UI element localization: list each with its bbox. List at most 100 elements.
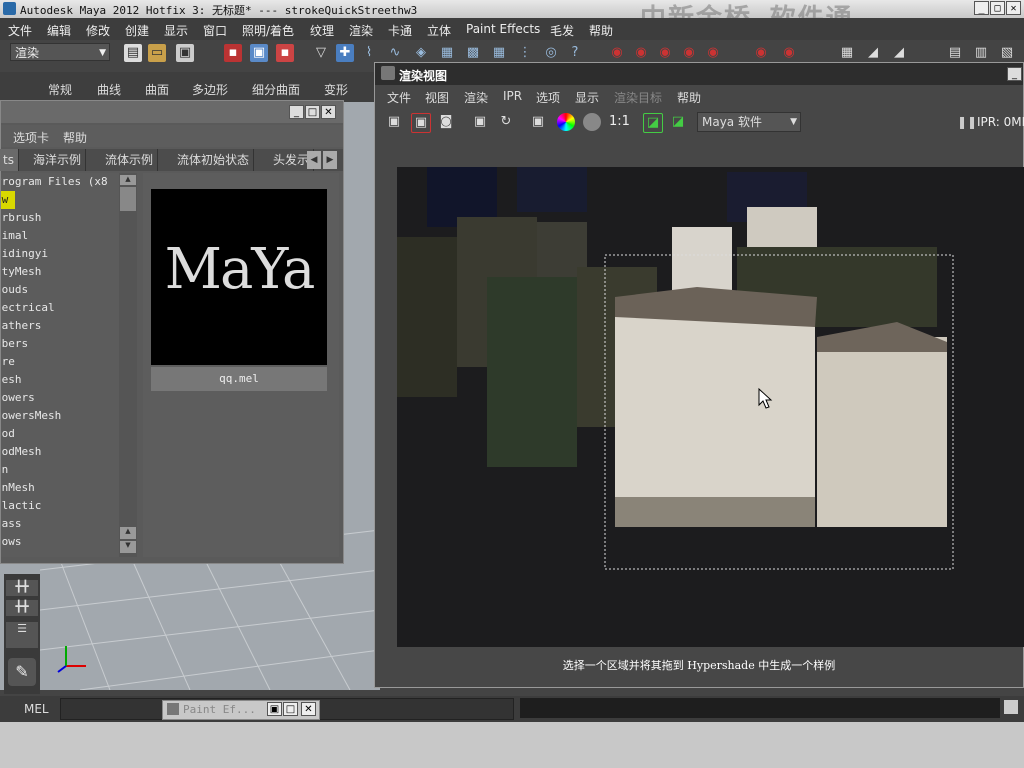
rv-menu-options[interactable]: 选项 bbox=[536, 89, 560, 106]
render-region-icon[interactable]: ▣ bbox=[411, 113, 431, 133]
help-question-icon[interactable]: ? bbox=[566, 44, 584, 62]
visor-tab-2[interactable]: 流体示例 bbox=[101, 149, 159, 171]
shelf-tab-surfaces[interactable]: 曲面 bbox=[145, 81, 169, 98]
close-button[interactable]: ✕ bbox=[1006, 1, 1021, 15]
list-item[interactable]: lowersMesh bbox=[1, 407, 119, 425]
tab-scroll-left-icon[interactable]: ◀ bbox=[307, 151, 321, 169]
directory-list[interactable]: Program Files (x8 hw irbrush nimal zidin… bbox=[1, 173, 119, 557]
render-view-window[interactable]: 渲染视图 _ 文件 视图 渲染 IPR 选项 显示 渲染目标 帮助 ▣ ▣ ◙ … bbox=[374, 62, 1024, 688]
scroll-up-icon[interactable]: ▲ bbox=[120, 527, 136, 539]
list-item[interactable]: ood bbox=[1, 425, 119, 443]
list-item[interactable]: lowers bbox=[1, 389, 119, 407]
list-item[interactable]: ityMesh bbox=[1, 263, 119, 281]
list-item[interactable]: oodMesh bbox=[1, 443, 119, 461]
list-item[interactable]: lesh bbox=[1, 371, 119, 389]
visor-close-button[interactable]: ✕ bbox=[321, 105, 336, 119]
shelf-tab-general[interactable]: 常规 bbox=[48, 81, 72, 98]
ratio-label[interactable]: 1:1 bbox=[609, 114, 630, 129]
input-icon[interactable]: ▦ bbox=[490, 44, 508, 62]
panel-toggle-icon[interactable]: ▧ bbox=[998, 44, 1016, 62]
close-button[interactable]: ✕ bbox=[301, 702, 316, 716]
ipr-render-icon[interactable]: ◉ bbox=[632, 44, 650, 62]
rv-menu-display[interactable]: 显示 bbox=[575, 89, 599, 106]
maximize-button[interactable]: □ bbox=[283, 702, 298, 716]
editor-icon[interactable]: ◉ bbox=[780, 44, 798, 62]
visor-panel[interactable]: _ □ ✕ 选项卡 帮助 ts 海洋示例 流体示例 流体初始状态 头发示 ◀ ▶… bbox=[0, 100, 344, 564]
history-icon[interactable]: ▩ bbox=[464, 44, 482, 62]
list-item[interactable]: lows bbox=[1, 533, 119, 551]
rendered-image[interactable] bbox=[397, 167, 1024, 647]
visor-tab-1[interactable]: 海洋示例 bbox=[29, 149, 87, 171]
visor-maximize-button[interactable]: □ bbox=[305, 105, 320, 119]
layer-editor-icon[interactable]: ▤ bbox=[946, 44, 964, 62]
ipr-icon[interactable]: ▣ bbox=[471, 113, 489, 131]
menu-edit[interactable]: 编辑 bbox=[47, 22, 71, 39]
menu-create[interactable]: 创建 bbox=[125, 22, 149, 39]
list-item[interactable]: ibers bbox=[1, 335, 119, 353]
select-object-icon[interactable]: ▣ bbox=[250, 44, 268, 62]
list-item[interactable]: alactic bbox=[1, 497, 119, 515]
maximize-button[interactable]: □ bbox=[990, 1, 1005, 15]
list-item[interactable]: louds bbox=[1, 281, 119, 299]
rv-menu-render[interactable]: 渲染 bbox=[464, 89, 488, 106]
tab-scroll-right-icon[interactable]: ▶ bbox=[323, 151, 337, 169]
render-view-titlebar[interactable]: 渲染视图 _ bbox=[375, 63, 1023, 85]
select-hierarchy-icon[interactable]: ▪ bbox=[224, 44, 242, 62]
scroll-down-icon[interactable]: ▼ bbox=[120, 541, 136, 553]
list-item[interactable]: unMesh bbox=[1, 479, 119, 497]
menu-display[interactable]: 显示 bbox=[164, 22, 188, 39]
menu-window[interactable]: 窗口 bbox=[203, 22, 227, 39]
rv-menu-help[interactable]: 帮助 bbox=[677, 89, 701, 106]
restore-button[interactable]: ▣ bbox=[267, 702, 282, 716]
menu-file[interactable]: 文件 bbox=[8, 22, 32, 39]
scroll-up-icon[interactable]: ▲ bbox=[120, 175, 136, 185]
select-component-icon[interactable]: ▪ bbox=[276, 44, 294, 62]
snap-surface-icon[interactable]: ▦ bbox=[438, 44, 456, 62]
paint-effects-brush-icon[interactable]: ✎ bbox=[8, 658, 36, 686]
render-settings-icon[interactable]: ◉ bbox=[656, 44, 674, 62]
render-frame-icon[interactable]: ◉ bbox=[608, 44, 626, 62]
mel-thumbnail[interactable]: MaYa bbox=[151, 189, 327, 365]
snap-view-icon[interactable]: ◈ bbox=[412, 44, 430, 62]
visor-tab-0[interactable]: ts bbox=[0, 149, 19, 171]
tool-settings-icon[interactable]: ◢ bbox=[864, 44, 882, 62]
render-view-minimize-button[interactable]: _ bbox=[1007, 67, 1022, 81]
shelf-tab-curves[interactable]: 曲线 bbox=[97, 81, 121, 98]
rv-menu-view[interactable]: 视图 bbox=[425, 89, 449, 106]
directory-scrollbar[interactable]: ▲ ▲ ▼ bbox=[119, 173, 137, 557]
list-item[interactable]: un bbox=[1, 461, 119, 479]
redo-previous-render-icon[interactable]: ▣ bbox=[385, 113, 403, 131]
minimize-button[interactable]: _ bbox=[974, 1, 989, 15]
pause-icon[interactable]: ❚❚ bbox=[957, 115, 977, 129]
sound-icon[interactable]: ◉ bbox=[752, 44, 770, 62]
snap-curve-icon[interactable]: ⌇ bbox=[360, 44, 378, 62]
shelf-tab-polygons[interactable]: 多边形 bbox=[192, 81, 228, 98]
scroll-thumb[interactable] bbox=[120, 187, 136, 211]
list-item-selected[interactable]: hw bbox=[1, 191, 15, 209]
shelf-tab-subdiv[interactable]: 细分曲面 bbox=[252, 81, 300, 98]
open-scene-icon[interactable]: ▭ bbox=[148, 44, 166, 62]
remove-image-icon[interactable]: ◪ bbox=[669, 113, 687, 131]
snapshot-icon[interactable]: ◙ bbox=[437, 113, 455, 131]
list-item[interactable]: lectrical bbox=[1, 299, 119, 317]
attribute-editor-icon[interactable]: ▦ bbox=[838, 44, 856, 62]
menu-toon[interactable]: 卡通 bbox=[388, 22, 412, 39]
list-item[interactable]: eathers bbox=[1, 317, 119, 335]
visor-tab-3[interactable]: 流体初始状态 bbox=[173, 149, 255, 171]
new-scene-icon[interactable]: ▤ bbox=[124, 44, 142, 62]
list-item[interactable]: Program Files (x8 bbox=[1, 173, 119, 191]
menu-render[interactable]: 渲染 bbox=[349, 22, 373, 39]
list-item[interactable]: ire bbox=[1, 353, 119, 371]
color-channels-icon[interactable] bbox=[557, 113, 575, 131]
menu-fur[interactable]: 毛发 bbox=[550, 22, 574, 39]
minimized-paint-effects-window[interactable]: Paint Ef... ▣ □ ✕ bbox=[162, 700, 320, 720]
channel-box-icon[interactable]: ◢ bbox=[890, 44, 908, 62]
mask-toggle-icon[interactable]: ▽ bbox=[312, 44, 330, 62]
quad-layout-icon[interactable]: ╋╋ bbox=[6, 600, 38, 616]
menu-paint-effects[interactable]: Paint Effects bbox=[466, 22, 540, 36]
rv-menu-ipr[interactable]: IPR bbox=[503, 89, 522, 103]
snap-point-icon[interactable]: ∿ bbox=[386, 44, 404, 62]
refresh-ipr-icon[interactable]: ↻ bbox=[497, 113, 515, 131]
grid-layout-icon[interactable]: ╋╋ bbox=[6, 580, 38, 596]
visor-menu-tabs[interactable]: 选项卡 bbox=[13, 129, 49, 146]
